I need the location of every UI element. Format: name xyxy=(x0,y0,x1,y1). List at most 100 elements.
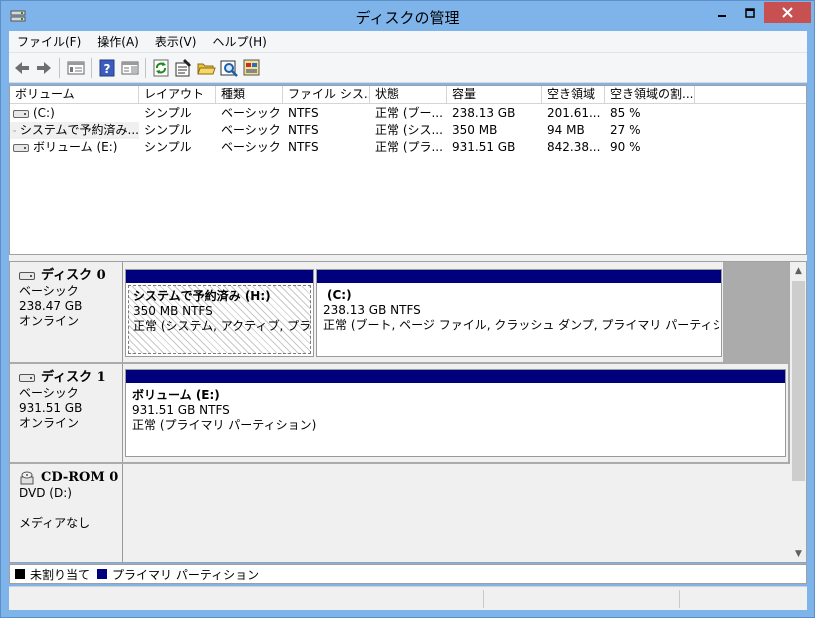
volume-row[interactable]: システムで予約済み... シンプル ベーシック NTFS 正常 (シス... 3… xyxy=(10,122,695,139)
scroll-thumb[interactable] xyxy=(792,281,805,481)
disk-0-label[interactable]: ディスク 0 ベーシック 238.47 GB オンライン xyxy=(10,262,123,362)
partition-c[interactable]: (C:) 238.13 GB NTFS 正常 (ブート, ページ ファイル, ク… xyxy=(316,269,722,357)
volume-free-space: 842.38... xyxy=(547,140,601,154)
minimize-button[interactable] xyxy=(707,2,736,23)
disk-0-partitions: システムで予約済み (H:) 350 MB NTFS 正常 (システム, アクテ… xyxy=(123,262,723,362)
volume-free-space: 94 MB xyxy=(547,123,585,137)
maximize-icon xyxy=(744,7,755,18)
unallocated-swatch xyxy=(15,569,25,579)
explore-icon[interactable] xyxy=(219,58,239,78)
volume-capacity: 350 MB xyxy=(452,123,498,137)
volume-layout: シンプル xyxy=(144,123,192,137)
drive-icon xyxy=(13,143,29,152)
legend-unallocated: 未割り当て xyxy=(15,566,90,583)
partition-status: 正常 (プライマリ パーティション) xyxy=(132,418,317,432)
properties-pane-icon[interactable] xyxy=(120,58,140,78)
volume-layout: シンプル xyxy=(144,106,192,120)
column-header-layout[interactable]: レイアウト xyxy=(139,86,216,104)
disk-size xyxy=(19,501,122,516)
close-icon xyxy=(782,7,793,18)
menu-view[interactable]: 表示(V) xyxy=(147,32,205,52)
properties-icon[interactable] xyxy=(173,58,193,78)
disk-size: 931.51 GB xyxy=(19,401,83,415)
primary-partition-bar xyxy=(126,370,785,383)
menu-help[interactable]: ヘルプ(H) xyxy=(204,32,274,52)
column-header-filesystem[interactable]: ファイル シス... xyxy=(283,86,370,104)
partition-status: 正常 (ブート, ページ ファイル, クラッシュ ダンプ, プライマリ パーティ… xyxy=(323,318,719,332)
column-header-free-percent[interactable]: 空き領域の割... xyxy=(605,86,695,104)
scroll-down-icon[interactable]: ▼ xyxy=(790,545,806,562)
volume-filesystem: NTFS xyxy=(288,140,319,154)
disk-kind: ベーシック xyxy=(19,386,79,400)
disk-1-partitions: ボリューム (E:) 931.51 GB NTFS 正常 (プライマリ パーティ… xyxy=(123,364,788,462)
disk-management-window: ディスクの管理 ファイル(F) 操作(A) 表示(V) ヘルプ(H) ? ボリュ… xyxy=(0,0,815,618)
menu-file[interactable]: ファイル(F) xyxy=(9,32,89,52)
column-header-capacity[interactable]: 容量 xyxy=(447,86,542,104)
disk-state: メディアなし xyxy=(19,516,91,530)
back-icon[interactable] xyxy=(12,58,32,78)
column-header-free-space[interactable]: 空き領域 xyxy=(542,86,605,104)
disk-kind: DVD (D:) xyxy=(19,486,72,500)
toolbar-separator xyxy=(91,58,92,78)
forward-icon[interactable] xyxy=(34,58,54,78)
open-folder-icon[interactable] xyxy=(196,58,216,78)
column-header-type[interactable]: 種類 xyxy=(216,86,283,104)
volume-free-percent: 90 % xyxy=(610,140,641,154)
disk-map-pane: ディスク 0 ベーシック 238.47 GB オンライン システムで予約済み (… xyxy=(9,261,807,563)
cdrom-0-area xyxy=(123,464,790,562)
console-tree-icon[interactable] xyxy=(66,58,86,78)
disk-1-row: ディスク 1 ベーシック 931.51 GB オンライン ボリューム (E:) … xyxy=(10,364,790,462)
volume-list-header: ボリューム レイアウト 種類 ファイル シス... 状態 容量 空き領域 空き領… xyxy=(10,86,806,104)
cdrom-0-label[interactable]: CD-ROM 0 DVD (D:) メディアなし xyxy=(10,464,123,562)
close-button[interactable] xyxy=(764,2,811,23)
primary-partition-swatch xyxy=(97,569,108,579)
disk-0-row: ディスク 0 ベーシック 238.47 GB オンライン システムで予約済み (… xyxy=(10,262,790,362)
drive-icon xyxy=(13,129,16,132)
window-title: ディスクの管理 xyxy=(355,9,460,27)
volume-layout: シンプル xyxy=(144,140,192,154)
volume-list: ボリューム レイアウト 種類 ファイル シス... 状態 容量 空き領域 空き領… xyxy=(9,85,807,255)
volume-free-percent: 27 % xyxy=(610,123,641,137)
disk-1-label[interactable]: ディスク 1 ベーシック 931.51 GB オンライン xyxy=(10,364,123,462)
volume-row[interactable]: ボリューム (E:) シンプル ベーシック NTFS 正常 (プラ... 931… xyxy=(10,139,695,156)
toolbar: ? xyxy=(9,53,807,83)
disk-map-scrollbar[interactable]: ▲ ▼ xyxy=(790,262,806,562)
cdrom-icon xyxy=(20,471,34,484)
disk-state: オンライン xyxy=(19,416,80,430)
volume-status: 正常 (プラ... xyxy=(375,140,443,154)
disk-name: ディスク 0 xyxy=(41,268,106,283)
partition-e[interactable]: ボリューム (E:) 931.51 GB NTFS 正常 (プライマリ パーティ… xyxy=(125,369,786,457)
volume-type: ベーシック xyxy=(221,123,281,137)
disk-map: ディスク 0 ベーシック 238.47 GB オンライン システムで予約済み (… xyxy=(10,262,790,562)
volume-type: ベーシック xyxy=(221,140,281,154)
volume-capacity: 931.51 GB xyxy=(452,140,516,154)
legend-primary-partition: プライマリ パーティション xyxy=(97,566,259,583)
volume-status: 正常 (シス... xyxy=(375,123,443,137)
volume-filesystem: NTFS xyxy=(288,123,319,137)
disk-size: 238.47 GB xyxy=(19,299,83,313)
column-header-volume[interactable]: ボリューム xyxy=(10,86,139,104)
partition-name: (C:) xyxy=(327,288,352,302)
settings-icon[interactable] xyxy=(242,58,262,78)
volume-name: ボリューム (E:) xyxy=(33,140,118,154)
volume-capacity: 238.13 GB xyxy=(452,106,516,120)
scroll-up-icon[interactable]: ▲ xyxy=(790,262,806,279)
menu-action[interactable]: 操作(A) xyxy=(89,32,147,52)
maximize-button[interactable] xyxy=(736,2,763,23)
svg-text:?: ? xyxy=(104,62,111,76)
help-icon[interactable]: ? xyxy=(97,58,117,78)
menu-bar: ファイル(F) 操作(A) 表示(V) ヘルプ(H) xyxy=(9,31,807,53)
partition-size: 350 MB NTFS xyxy=(133,304,213,318)
column-header-status[interactable]: 状態 xyxy=(370,86,447,104)
toolbar-separator xyxy=(145,58,146,78)
partition-size: 238.13 GB NTFS xyxy=(323,303,421,317)
disk-kind: ベーシック xyxy=(19,284,79,298)
refresh-icon[interactable] xyxy=(151,58,171,78)
partition-system-reserved[interactable]: システムで予約済み (H:) 350 MB NTFS 正常 (システム, アクテ… xyxy=(125,269,314,357)
disk-state: オンライン xyxy=(19,314,80,328)
disk-icon xyxy=(19,271,35,280)
disk-name: ディスク 1 xyxy=(41,370,106,385)
volume-free-space: 201.61... xyxy=(547,106,601,120)
partition-status: 正常 (システム, アクティブ, プライマリ xyxy=(133,319,311,333)
volume-row[interactable]: (C:) シンプル ベーシック NTFS 正常 (ブー... 238.13 GB… xyxy=(10,105,695,122)
